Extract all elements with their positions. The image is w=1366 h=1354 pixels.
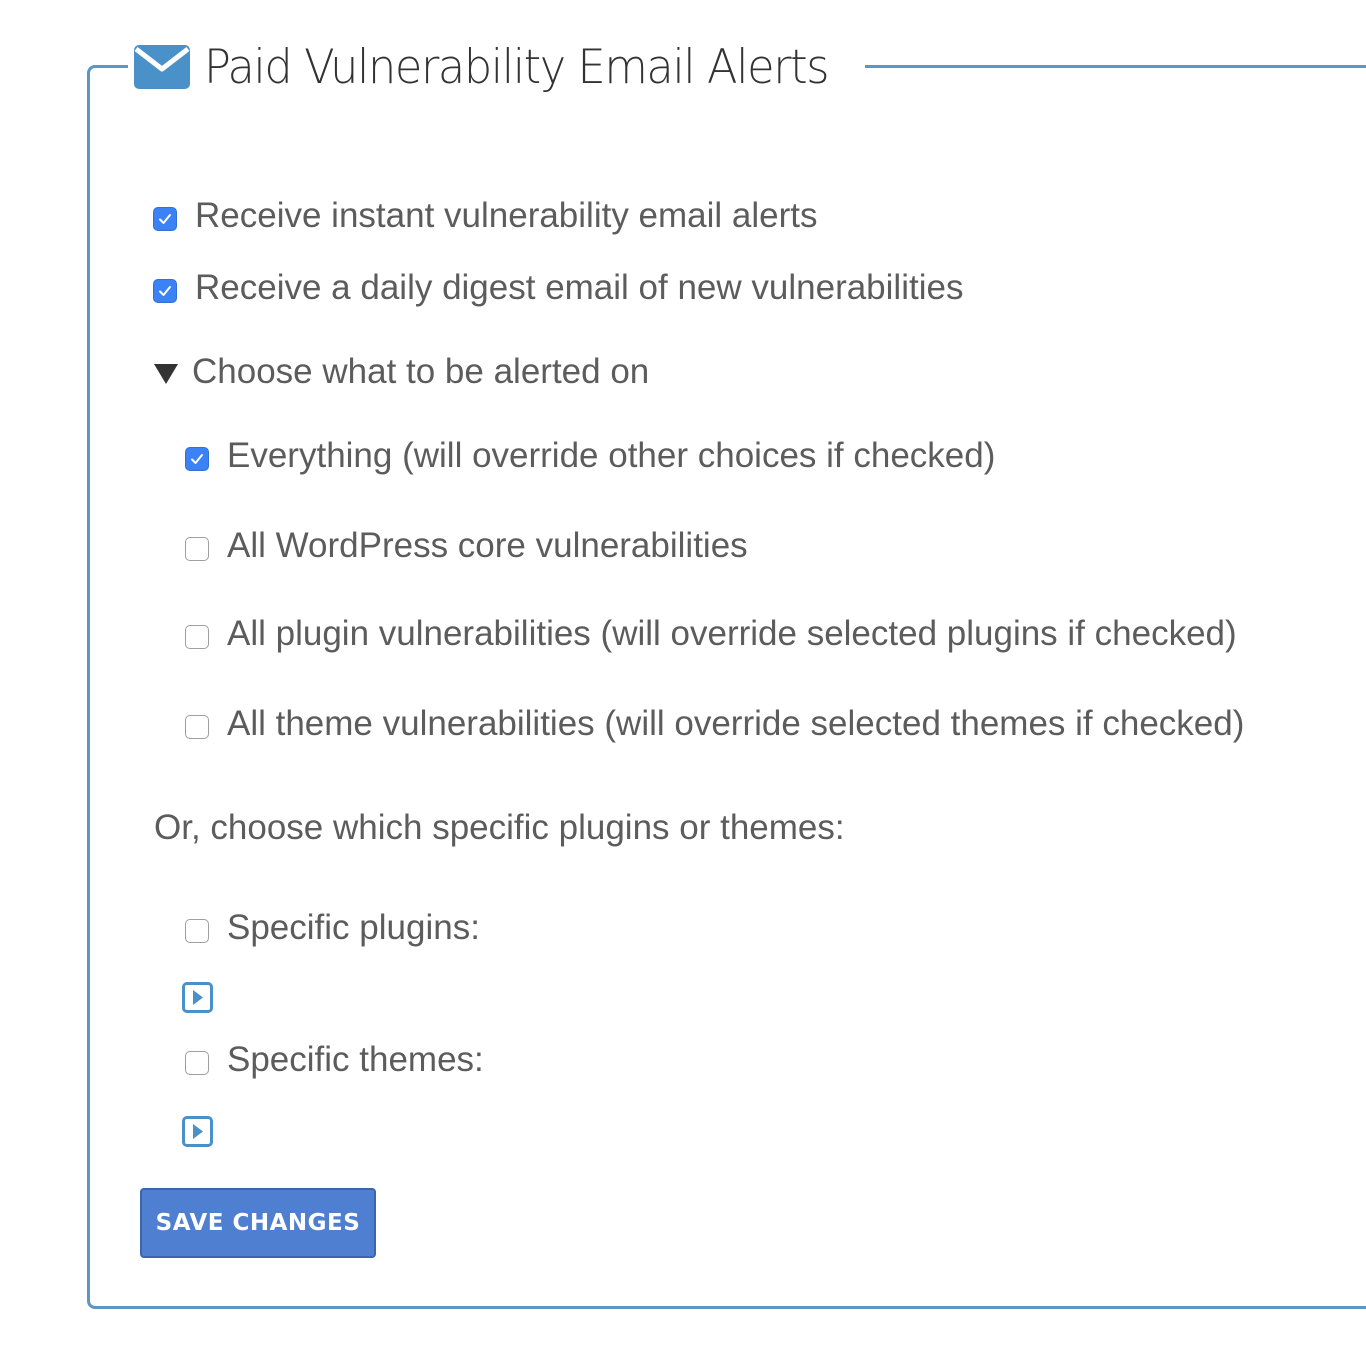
wordpress-core-label: All WordPress core vulnerabilities (227, 526, 748, 565)
specific-plugins-label: Specific plugins: (227, 908, 480, 947)
all-plugins-checkbox[interactable] (185, 625, 209, 649)
daily-digest-checkbox[interactable] (153, 279, 177, 303)
specific-plugins-checkbox[interactable] (185, 919, 209, 943)
play-icon (193, 1124, 203, 1139)
specific-themes-checkbox[interactable] (185, 1051, 209, 1075)
panel-title: Paid Vulnerability Email Alerts (204, 39, 829, 95)
choice-all-themes[interactable]: All theme vulnerabilities (will override… (185, 704, 1244, 744)
play-icon (193, 990, 203, 1005)
alerts-panel (87, 65, 1366, 1309)
daily-digest-option[interactable]: Receive a daily digest email of new vuln… (153, 268, 963, 308)
wordpress-core-checkbox[interactable] (185, 537, 209, 561)
specific-plugins-option[interactable]: Specific plugins: (185, 908, 480, 948)
checkmark-icon (191, 454, 203, 464)
alert-choices-summary-label: Choose what to be alerted on (192, 352, 650, 391)
instant-alerts-option[interactable]: Receive instant vulnerability email aler… (153, 196, 818, 236)
envelope-icon (134, 45, 190, 89)
all-themes-checkbox[interactable] (185, 715, 209, 739)
expand-plugins-button[interactable] (182, 982, 213, 1013)
expand-themes-button[interactable] (182, 1116, 213, 1147)
specific-heading: Or, choose which specific plugins or the… (154, 808, 845, 847)
specific-themes-option[interactable]: Specific themes: (185, 1040, 484, 1080)
everything-label: Everything (will override other choices … (227, 436, 996, 475)
all-plugins-label: All plugin vulnerabilities (will overrid… (227, 614, 1237, 653)
instant-alerts-checkbox[interactable] (153, 207, 177, 231)
save-changes-button[interactable]: SAVE CHANGES (140, 1188, 376, 1258)
instant-alerts-label: Receive instant vulnerability email aler… (195, 196, 818, 235)
checkmark-icon (159, 286, 171, 296)
everything-checkbox[interactable] (185, 447, 209, 471)
daily-digest-label: Receive a daily digest email of new vuln… (195, 268, 964, 307)
all-themes-label: All theme vulnerabilities (will override… (227, 704, 1245, 743)
checkmark-icon (159, 214, 171, 224)
specific-themes-label: Specific themes: (227, 1040, 484, 1079)
panel-legend: Paid Vulnerability Email Alerts (128, 36, 865, 98)
disclosure-triangle-icon[interactable] (154, 364, 178, 384)
alert-choices-summary[interactable]: Choose what to be alerted on (154, 352, 649, 392)
choice-wordpress-core[interactable]: All WordPress core vulnerabilities (185, 526, 748, 566)
choice-all-plugins[interactable]: All plugin vulnerabilities (will overrid… (185, 614, 1237, 654)
choice-everything[interactable]: Everything (will override other choices … (185, 436, 995, 476)
